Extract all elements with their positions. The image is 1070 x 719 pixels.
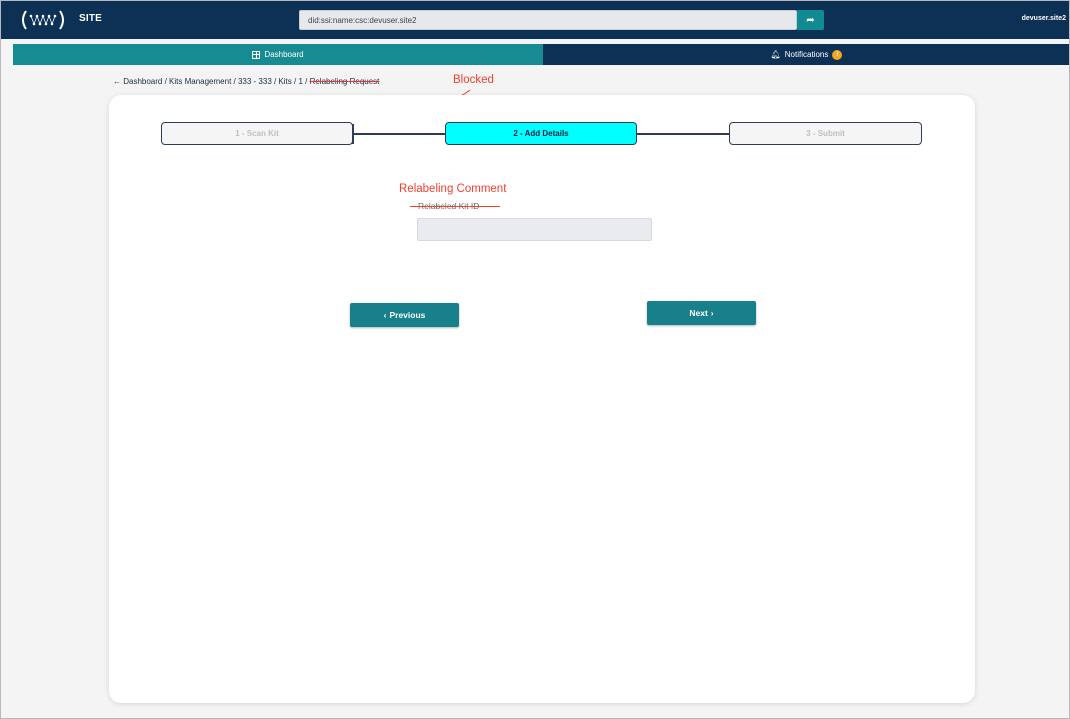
step-connector xyxy=(637,133,729,135)
notification-badge: ! xyxy=(832,49,843,60)
top-bar: SITE ➦ devuser.site2 xyxy=(0,0,1070,39)
tab-notifications[interactable]: 🔔︎ Notifications ! xyxy=(543,44,1070,65)
share-arrow-icon: ➦ xyxy=(806,14,815,26)
breadcrumb-current: Relabeling Request xyxy=(309,77,380,86)
network-logo-icon[interactable] xyxy=(18,8,68,32)
tab-notifications-label: Notifications xyxy=(784,50,829,59)
breadcrumb-path[interactable]: Dashboard / Kits Management / 333 - 333 … xyxy=(123,77,309,86)
back-arrow-icon[interactable]: ← xyxy=(113,77,121,86)
chevron-left-icon: ‹ xyxy=(383,310,387,320)
grid-icon xyxy=(252,50,261,59)
chevron-right-icon: › xyxy=(710,308,714,318)
tab-dashboard[interactable]: Dashboard xyxy=(13,44,543,65)
step-scan-kit[interactable]: 1 - Scan Kit xyxy=(161,122,353,145)
step-add-details[interactable]: 2 - Add Details xyxy=(445,122,637,145)
site-label: SITE xyxy=(79,13,103,24)
nav-bar: Dashboard 🔔︎ Notifications ! xyxy=(13,44,1070,65)
bell-icon: 🔔︎ xyxy=(770,50,781,59)
annotation-relabeling-comment: Relabeling Comment xyxy=(399,183,507,195)
go-button[interactable]: ➦ xyxy=(797,10,824,30)
tab-dashboard-label: Dashboard xyxy=(264,50,304,59)
wizard-card xyxy=(109,95,975,703)
did-input[interactable] xyxy=(299,10,797,30)
step-submit[interactable]: 3 - Submit xyxy=(729,122,922,145)
previous-button-label: Previous xyxy=(389,310,426,320)
previous-button[interactable]: ‹ Previous xyxy=(350,303,459,327)
breadcrumb: ← Dashboard / Kits Management / 333 - 33… xyxy=(113,77,379,86)
annotation-blocked: Blocked xyxy=(453,74,494,86)
username-label[interactable]: devuser.site2 xyxy=(1022,15,1066,22)
annotation-strike xyxy=(410,206,500,207)
next-button-label: Next xyxy=(689,308,708,318)
step-connector xyxy=(353,133,445,135)
relabeled-kit-id-input[interactable] xyxy=(417,218,652,241)
next-button[interactable]: Next › xyxy=(647,301,756,325)
